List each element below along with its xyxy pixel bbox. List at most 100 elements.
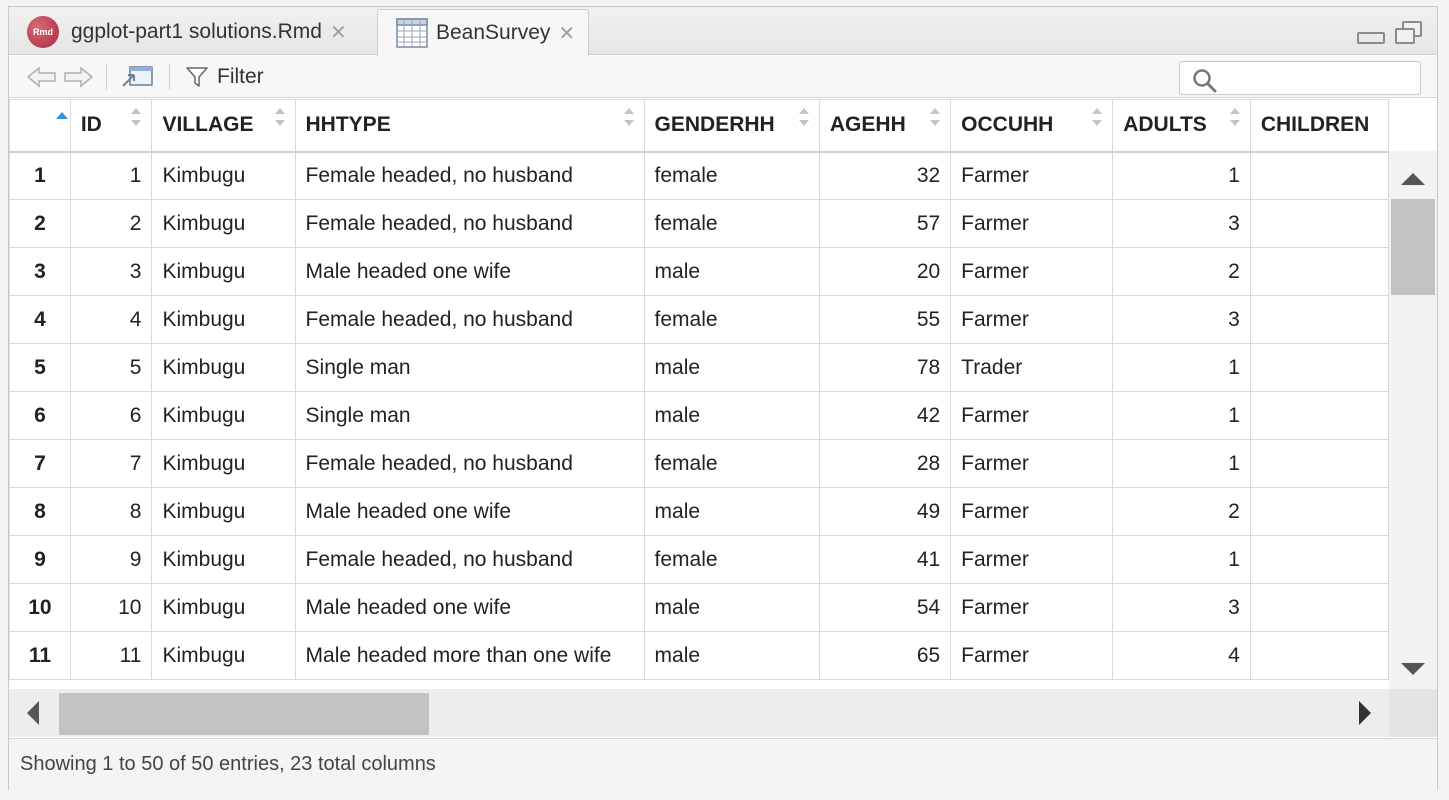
- column-header-agehh[interactable]: AGEHH: [818, 99, 952, 153]
- search-icon: [1193, 69, 1217, 93]
- cell-adults: 3: [1112, 295, 1251, 344]
- scrollbar-corner: [1389, 689, 1437, 737]
- column-header-children[interactable]: CHILDREN: [1249, 99, 1389, 153]
- cell-adults: 1: [1112, 391, 1251, 440]
- cell-genderhh: female: [643, 295, 820, 344]
- cell-agehh: 65: [818, 631, 952, 680]
- column-header-adults[interactable]: ADULTS: [1112, 99, 1251, 153]
- vertical-scrollbar[interactable]: [1389, 151, 1437, 689]
- window-controls: [1357, 21, 1423, 45]
- data-grid-icon: [396, 18, 428, 48]
- column-header-id[interactable]: ID: [69, 99, 153, 153]
- cell-occuhh: Farmer: [950, 583, 1114, 632]
- cell-hhtype: Male headed one wife: [294, 247, 645, 296]
- filter-button[interactable]: Filter: [185, 64, 281, 90]
- data-table: ID VILLAGE HHTYPE GENDERHH AGEHH OCCUHH …: [9, 99, 1389, 680]
- cell-id: 6: [69, 391, 153, 440]
- cell-village: Kimbugu: [151, 295, 296, 344]
- column-header-village[interactable]: VILLAGE: [151, 99, 296, 153]
- row-number: 4: [9, 295, 71, 344]
- cell-children: [1249, 295, 1389, 344]
- cell-children: [1249, 151, 1389, 200]
- filter-icon: [186, 67, 208, 87]
- cell-hhtype: Single man: [294, 343, 645, 392]
- sort-icon: [798, 108, 809, 126]
- scroll-up-arrow-icon[interactable]: [1401, 173, 1425, 185]
- rmd-file-icon: Rmd: [27, 16, 59, 48]
- scroll-right-arrow-icon[interactable]: [1359, 701, 1371, 725]
- sort-icon: [623, 108, 634, 126]
- cell-id: 4: [69, 295, 153, 344]
- cell-adults: 2: [1112, 247, 1251, 296]
- cell-id: 10: [69, 583, 153, 632]
- search-input[interactable]: [1224, 66, 1414, 90]
- row-number: 6: [9, 391, 71, 440]
- cell-agehh: 49: [818, 487, 952, 536]
- cell-village: Kimbugu: [151, 487, 296, 536]
- column-header-occuhh[interactable]: OCCUHH: [950, 99, 1114, 153]
- cell-genderhh: female: [643, 151, 820, 200]
- forward-arrow-icon[interactable]: [61, 64, 95, 90]
- cell-id: 1: [69, 151, 153, 200]
- table-row[interactable]: 3 3 Kimbugu Male headed one wife male 20 Farme…: [9, 247, 1389, 296]
- table-row[interactable]: 8 8 Kimbugu Male headed one wife male 49 Farme…: [9, 487, 1389, 536]
- table-row[interactable]: 7 7 Kimbugu Female headed, no husband female…: [9, 439, 1389, 488]
- cell-genderhh: female: [643, 535, 820, 584]
- cell-id: 2: [69, 199, 153, 248]
- cell-children: [1249, 535, 1389, 584]
- cell-children: [1249, 199, 1389, 248]
- cell-village: Kimbugu: [151, 583, 296, 632]
- table-row[interactable]: 1 1 Kimbugu Female headed, no husband female…: [9, 151, 1389, 200]
- cell-agehh: 41: [818, 535, 952, 584]
- minimize-pane-icon[interactable]: [1357, 32, 1385, 44]
- close-tab-icon[interactable]: ✕: [330, 20, 347, 45]
- toolbar-separator: [106, 64, 107, 90]
- row-number: 11: [9, 631, 71, 680]
- maximize-pane-icon[interactable]: [1395, 21, 1423, 45]
- cell-children: [1249, 439, 1389, 488]
- cell-agehh: 28: [818, 439, 952, 488]
- sort-icon: [1229, 108, 1240, 126]
- close-tab-icon[interactable]: ✕: [558, 21, 575, 46]
- tab-rmd-file[interactable]: Rmd ggplot-part1 solutions.Rmd ✕: [21, 9, 376, 55]
- cell-genderhh: male: [643, 247, 820, 296]
- vertical-scroll-thumb[interactable]: [1391, 199, 1435, 295]
- horizontal-scrollbar[interactable]: [9, 689, 1389, 737]
- cell-children: [1249, 247, 1389, 296]
- back-arrow-icon[interactable]: [25, 64, 59, 90]
- search-box[interactable]: [1179, 61, 1421, 95]
- row-number-header[interactable]: [9, 99, 71, 153]
- cell-village: Kimbugu: [151, 631, 296, 680]
- scroll-down-arrow-icon[interactable]: [1401, 663, 1425, 675]
- cell-village: Kimbugu: [151, 247, 296, 296]
- sort-icon: [131, 108, 142, 126]
- horizontal-scroll-thumb[interactable]: [59, 693, 429, 735]
- table-row[interactable]: 5 5 Kimbugu Single man male 78 Trader 1: [9, 343, 1389, 392]
- tab-beansurvey[interactable]: BeanSurvey ✕: [377, 9, 589, 56]
- scroll-left-arrow-icon[interactable]: [27, 701, 39, 725]
- cell-agehh: 20: [818, 247, 952, 296]
- cell-occuhh: Farmer: [950, 439, 1114, 488]
- cell-children: [1249, 343, 1389, 392]
- table-row[interactable]: 11 11 Kimbugu Male headed more than one wif…: [9, 631, 1389, 680]
- tab-bar: Rmd ggplot-part1 solutions.Rmd ✕ BeanSur…: [9, 7, 1437, 56]
- table-row[interactable]: 6 6 Kimbugu Single man male 42 Farmer 1: [9, 391, 1389, 440]
- cell-occuhh: Farmer: [950, 151, 1114, 200]
- cell-agehh: 78: [818, 343, 952, 392]
- table-row[interactable]: 9 9 Kimbugu Female headed, no husband female…: [9, 535, 1389, 584]
- row-number: 9: [9, 535, 71, 584]
- cell-genderhh: male: [643, 583, 820, 632]
- table-row[interactable]: 2 2 Kimbugu Female headed, no husband female…: [9, 199, 1389, 248]
- column-header-hhtype[interactable]: HHTYPE: [294, 99, 645, 153]
- table-row[interactable]: 4 4 Kimbugu Female headed, no husband female…: [9, 295, 1389, 344]
- cell-hhtype: Female headed, no husband: [294, 151, 645, 200]
- data-table-viewport: ID VILLAGE HHTYPE GENDERHH AGEHH OCCUHH …: [9, 99, 1389, 689]
- column-header-genderhh[interactable]: GENDERHH: [643, 99, 820, 153]
- cell-agehh: 32: [818, 151, 952, 200]
- table-row[interactable]: 10 10 Kimbugu Male headed one wife male 54 Far…: [9, 583, 1389, 632]
- show-in-window-icon[interactable]: [119, 64, 155, 90]
- table-body: 1 1 Kimbugu Female headed, no husband female…: [9, 151, 1389, 680]
- filter-label: Filter: [217, 65, 264, 88]
- cell-hhtype: Male headed one wife: [294, 487, 645, 536]
- cell-genderhh: male: [643, 343, 820, 392]
